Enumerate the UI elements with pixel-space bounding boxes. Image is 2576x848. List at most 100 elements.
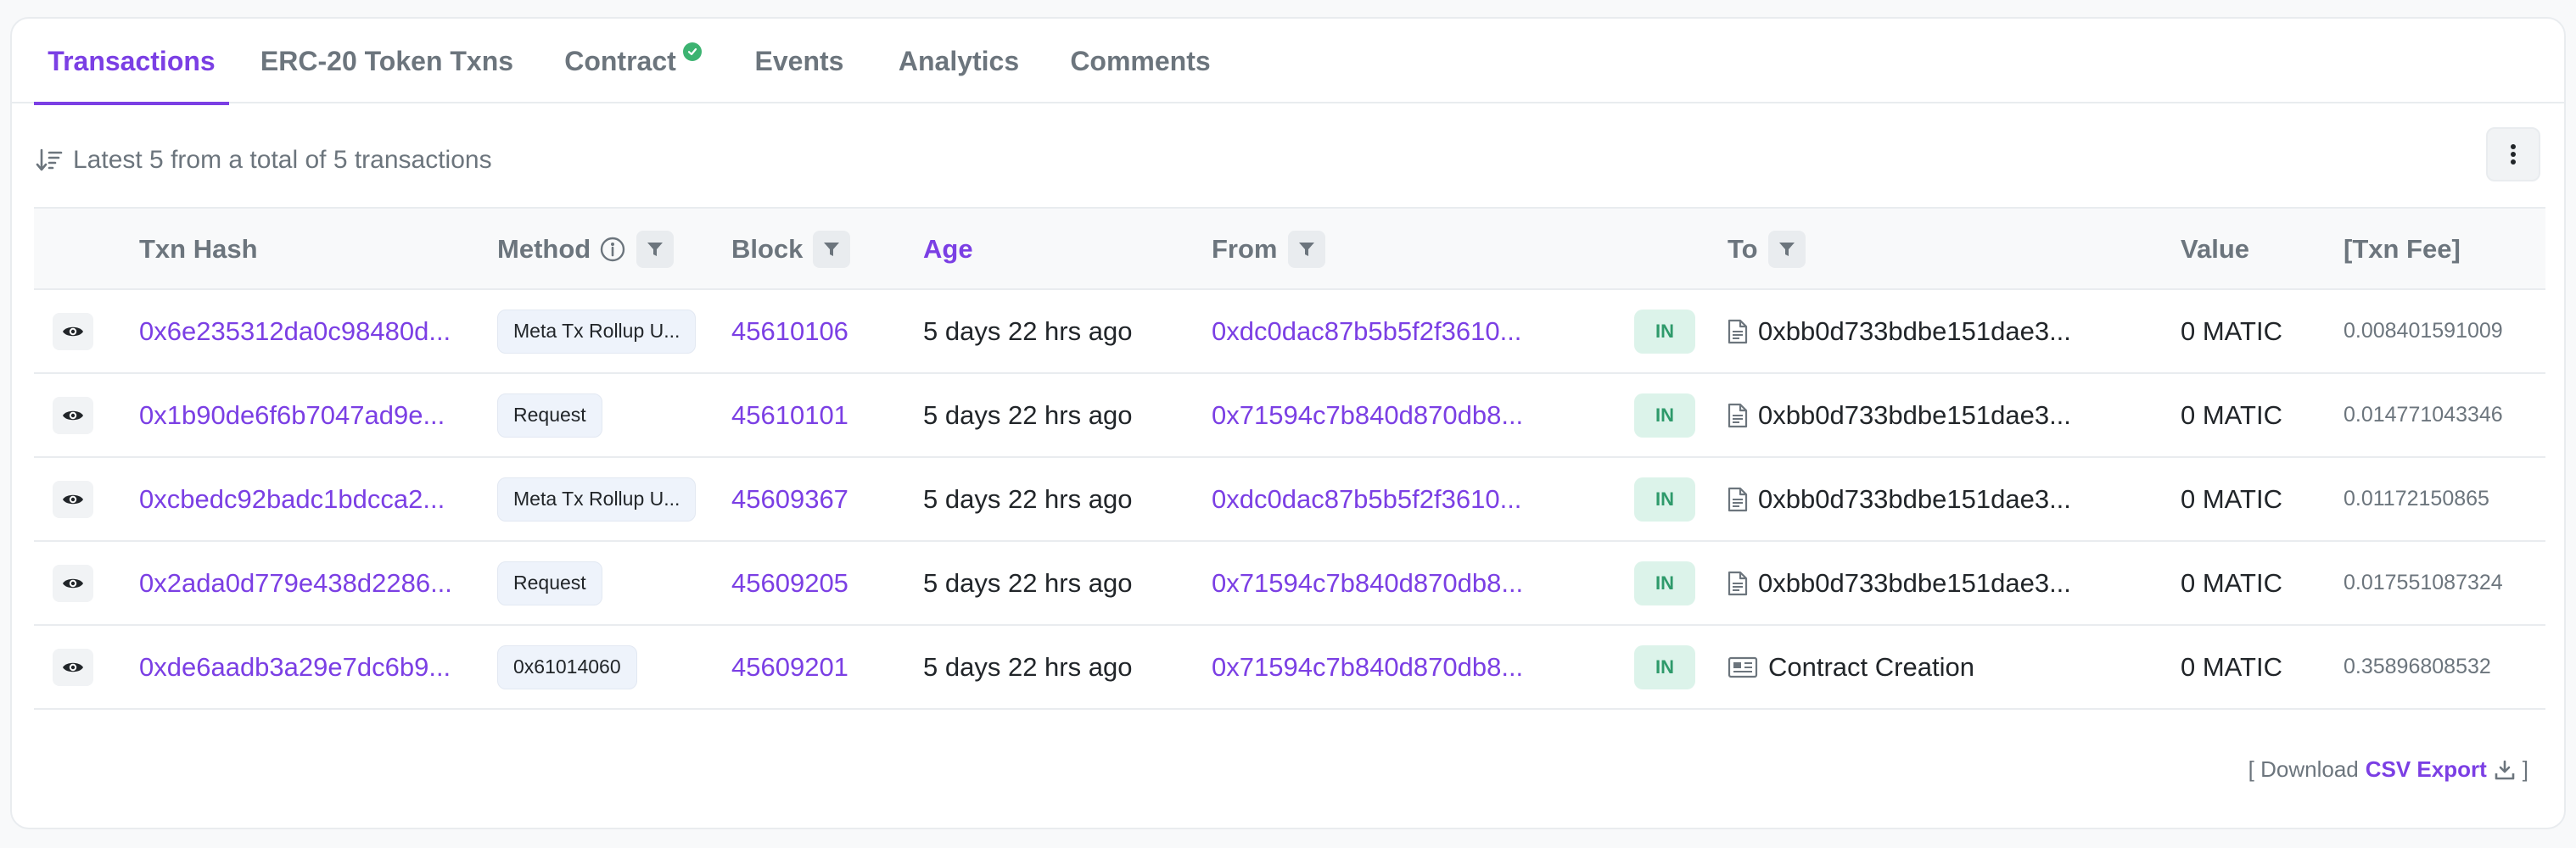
view-details-cell [53, 374, 93, 456]
to-cell: 0xbb0d733bdbe151dae3... [1728, 542, 2071, 624]
txn-hash-link[interactable]: 0x2ada0d779e438d2286... [139, 542, 452, 624]
tab-transactions[interactable]: Transactions [34, 19, 229, 105]
table-row: 0xcbedc92badc1bdcca2... Meta Tx Rollup U… [34, 458, 2545, 542]
to-cell: 0xbb0d733bdbe151dae3... [1728, 458, 2071, 540]
newspaper-icon [1728, 656, 1758, 679]
method-badge[interactable]: Request [497, 561, 602, 605]
filter-icon [647, 243, 664, 256]
tab-erc20-token-txns[interactable]: ERC-20 Token Txns [255, 19, 519, 103]
txn-hash-link[interactable]: 0x6e235312da0c98480d... [139, 290, 451, 372]
block-link[interactable]: 45609205 [731, 542, 848, 624]
vertical-ellipsis-icon [2511, 144, 2516, 165]
column-txn-fee[interactable]: [Txn Fee] [2344, 209, 2461, 290]
tab-contract[interactable]: Contract [558, 19, 708, 103]
view-details-cell [53, 626, 93, 708]
block-filter-button[interactable] [813, 231, 851, 268]
document-icon [1728, 487, 1748, 512]
txn-hash-link[interactable]: 0x1b90de6f6b7047ad9e... [139, 374, 445, 456]
value-text: 0 MATIC [2181, 315, 2282, 346]
txn-fee-text: 0.35896808532 [2344, 655, 2491, 678]
view-details-button[interactable] [53, 396, 93, 434]
sort-descending-icon [36, 148, 63, 171]
block-link[interactable]: 45609367 [731, 458, 848, 540]
document-icon [1728, 403, 1748, 428]
tab-bar: Transactions ERC-20 Token Txns Contract … [12, 19, 2564, 105]
eye-icon [63, 578, 83, 588]
table-row: 0x2ada0d779e438d2286... Request 45609205… [34, 542, 2545, 626]
method-badge[interactable]: Meta Tx Rollup U... [497, 309, 697, 354]
to-cell: Contract Creation [1728, 626, 1974, 708]
to-address[interactable]: 0xbb0d733bdbe151dae3... [1758, 316, 2071, 347]
document-icon [1728, 319, 1748, 344]
direction-cell: IN [1634, 290, 1695, 372]
table-row: 0x1b90de6f6b7047ad9e... Request 45610101… [34, 374, 2545, 458]
column-method: Method [497, 209, 675, 290]
column-txn-hash: Txn Hash [139, 234, 258, 264]
direction-badge: IN [1634, 644, 1695, 689]
from-address-link[interactable]: 0xdc0dac87b5b5f2f3610... [1212, 458, 1521, 540]
transactions-summary: Latest 5 from a total of 5 transactions [36, 146, 492, 175]
to-cell: 0xbb0d733bdbe151dae3... [1728, 290, 2071, 372]
age-text: 5 days 22 hrs ago [923, 483, 1133, 514]
from-address-link[interactable]: 0xdc0dac87b5b5f2f3610... [1212, 290, 1521, 372]
to-cell: 0xbb0d733bdbe151dae3... [1728, 374, 2071, 456]
to-address[interactable]: 0xbb0d733bdbe151dae3... [1758, 568, 2071, 599]
method-badge[interactable]: Request [497, 393, 602, 438]
view-details-button[interactable] [53, 564, 93, 602]
more-options-button[interactable] [2486, 127, 2540, 181]
from-filter-button[interactable] [1287, 231, 1325, 268]
tab-events[interactable]: Events [747, 19, 852, 103]
view-details-button[interactable] [53, 480, 93, 518]
direction-badge: IN [1634, 393, 1695, 438]
tab-label: Comments [1070, 45, 1211, 76]
eye-icon [63, 494, 83, 504]
download-icon [2495, 760, 2515, 779]
txn-fee-text: 0.014771043346 [2344, 403, 2503, 427]
filter-icon [1298, 243, 1314, 256]
tab-label: Transactions [48, 45, 216, 76]
tab-analytics[interactable]: Analytics [891, 19, 1027, 103]
tab-label: Analytics [898, 45, 1020, 76]
to-address[interactable]: 0xbb0d733bdbe151dae3... [1758, 484, 2071, 515]
value-text: 0 MATIC [2181, 483, 2282, 514]
method-badge[interactable]: 0x61014060 [497, 644, 637, 689]
from-address-link[interactable]: 0x71594c7b840d870db8... [1212, 374, 1523, 456]
column-to: To [1728, 209, 1806, 290]
method-badge[interactable]: Meta Tx Rollup U... [497, 477, 697, 522]
age-text: 5 days 22 hrs ago [923, 567, 1133, 598]
view-details-cell [53, 542, 93, 624]
column-age[interactable]: Age [923, 209, 973, 290]
txn-hash-link[interactable]: 0xcbedc92badc1bdcca2... [139, 458, 445, 540]
method-cell: Request [497, 542, 602, 624]
txn-hash-link[interactable]: 0xde6aadb3a29e7dc6b9... [139, 626, 451, 708]
block-link[interactable]: 45609201 [731, 626, 848, 708]
download-label: [ Download [2248, 756, 2359, 782]
to-address[interactable]: Contract Creation [1768, 652, 1974, 683]
method-filter-button[interactable] [636, 231, 675, 268]
view-details-button[interactable] [53, 312, 93, 350]
eye-icon [63, 326, 83, 336]
to-address[interactable]: 0xbb0d733bdbe151dae3... [1758, 400, 2071, 431]
txn-fee-text: 0.01172150865 [2344, 487, 2489, 510]
value-text: 0 MATIC [2181, 399, 2282, 430]
direction-cell: IN [1634, 626, 1695, 708]
column-block: Block [731, 209, 851, 290]
to-filter-button[interactable] [1767, 231, 1806, 268]
txn-fee-text: 0.017551087324 [2344, 571, 2503, 594]
block-link[interactable]: 45610106 [731, 290, 848, 372]
tab-comments[interactable]: Comments [1064, 19, 1217, 103]
block-link[interactable]: 45610101 [731, 374, 848, 456]
info-icon[interactable] [599, 236, 626, 263]
age-text: 5 days 22 hrs ago [923, 315, 1133, 346]
method-cell: Meta Tx Rollup U... [497, 290, 697, 372]
table-body: 0x6e235312da0c98480d... Meta Tx Rollup U… [34, 290, 2545, 710]
csv-export-link[interactable]: CSV Export [2366, 756, 2516, 783]
from-address-link[interactable]: 0x71594c7b840d870db8... [1212, 542, 1523, 624]
tab-label: Contract [564, 45, 676, 76]
transactions-table: Txn Hash Method Block Age From To Value … [34, 207, 2545, 710]
view-details-button[interactable] [53, 648, 93, 686]
view-details-cell [53, 290, 93, 372]
from-address-link[interactable]: 0x71594c7b840d870db8... [1212, 626, 1523, 708]
direction-badge: IN [1634, 561, 1695, 605]
tab-label: ERC-20 Token Txns [260, 45, 514, 76]
